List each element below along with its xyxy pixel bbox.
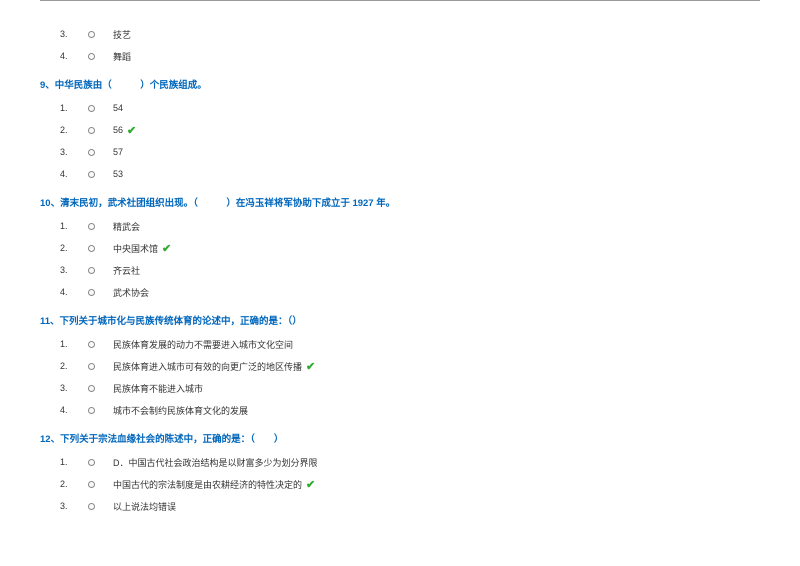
check-icon (162, 242, 171, 255)
option-row: 1. 精武会 (60, 215, 760, 237)
radio-icon[interactable] (88, 149, 95, 156)
radio-icon[interactable] (88, 53, 95, 60)
option-label: 54 (113, 103, 123, 113)
option-row: 2. 中央国术馆 (60, 237, 760, 259)
option-number: 1. (60, 103, 80, 113)
radio-icon[interactable] (88, 481, 95, 488)
option-row: 2. 民族体育进入城市可有效的向更广泛的地区传播 (60, 355, 760, 377)
radio-icon[interactable] (88, 245, 95, 252)
option-number: 1. (60, 339, 80, 349)
option-row: 4. 53 (60, 163, 760, 185)
option-number: 3. (60, 265, 80, 275)
option-label: 以上说法均错误 (113, 500, 176, 513)
option-row: 3. 以上说法均错误 (60, 495, 760, 517)
option-label: 舞蹈 (113, 50, 131, 63)
option-label: 56 (113, 125, 123, 135)
option-number: 4. (60, 169, 80, 179)
option-row: 2. 中国古代的宗法制度是由农耕经济的特性决定的 (60, 473, 760, 495)
radio-icon[interactable] (88, 267, 95, 274)
option-row: 1. 民族体育发展的动力不需要进入城市文化空间 (60, 333, 760, 355)
option-row: 3. 57 (60, 141, 760, 163)
option-row: 1. 54 (60, 97, 760, 119)
check-icon (306, 360, 315, 373)
radio-icon[interactable] (88, 127, 95, 134)
radio-icon[interactable] (88, 407, 95, 414)
option-row: 3. 技艺 (60, 23, 760, 45)
option-number: 4. (60, 405, 80, 415)
option-label: 53 (113, 169, 123, 179)
option-row: 2. 56 (60, 119, 760, 141)
option-row: 4. 城市不会制约民族体育文化的发展 (60, 399, 760, 421)
option-label: 城市不会制约民族体育文化的发展 (113, 404, 248, 417)
option-number: 4. (60, 287, 80, 297)
option-row: 3. 民族体育不能进入城市 (60, 377, 760, 399)
radio-icon[interactable] (88, 171, 95, 178)
option-label: 精武会 (113, 220, 140, 233)
option-label: 民族体育发展的动力不需要进入城市文化空间 (113, 338, 293, 351)
option-label: 中央国术馆 (113, 242, 158, 255)
option-number: 3. (60, 29, 80, 39)
option-number: 1. (60, 457, 80, 467)
option-label: D．中国古代社会政治结构是以财富多少为划分界限 (113, 456, 318, 469)
question-9-title: 9、中华民族由（ ）个民族组成。 (40, 77, 760, 91)
option-row: 3. 齐云社 (60, 259, 760, 281)
option-row: 4. 舞蹈 (60, 45, 760, 67)
option-number: 3. (60, 383, 80, 393)
question-12-title: 12、下列关于宗法血缘社会的陈述中，正确的是：（ ） (40, 431, 760, 445)
radio-icon[interactable] (88, 31, 95, 38)
option-number: 3. (60, 501, 80, 511)
option-label: 齐云社 (113, 264, 140, 277)
option-label: 武术协会 (113, 286, 149, 299)
option-label: 57 (113, 147, 123, 157)
radio-icon[interactable] (88, 223, 95, 230)
option-number: 2. (60, 479, 80, 489)
option-number: 2. (60, 361, 80, 371)
option-number: 1. (60, 221, 80, 231)
option-number: 4. (60, 51, 80, 61)
option-label: 民族体育不能进入城市 (113, 382, 203, 395)
check-icon (306, 478, 315, 491)
radio-icon[interactable] (88, 503, 95, 510)
radio-icon[interactable] (88, 105, 95, 112)
option-row: 1. D．中国古代社会政治结构是以财富多少为划分界限 (60, 451, 760, 473)
question-11-title: 11、下列关于城市化与民族传统体育的论述中，正确的是：（） (40, 313, 760, 327)
option-number: 2. (60, 125, 80, 135)
radio-icon[interactable] (88, 385, 95, 392)
radio-icon[interactable] (88, 363, 95, 370)
option-row: 4. 武术协会 (60, 281, 760, 303)
top-divider (40, 0, 760, 1)
radio-icon[interactable] (88, 341, 95, 348)
option-label: 中国古代的宗法制度是由农耕经济的特性决定的 (113, 478, 302, 491)
radio-icon[interactable] (88, 459, 95, 466)
check-icon (127, 124, 136, 137)
option-number: 3. (60, 147, 80, 157)
question-10-title: 10、清末民初，武术社团组织出现。（ ）在冯玉祥将军协助下成立于 1927 年。 (40, 195, 760, 209)
option-label: 民族体育进入城市可有效的向更广泛的地区传播 (113, 360, 302, 373)
option-label: 技艺 (113, 28, 131, 41)
option-number: 2. (60, 243, 80, 253)
radio-icon[interactable] (88, 289, 95, 296)
